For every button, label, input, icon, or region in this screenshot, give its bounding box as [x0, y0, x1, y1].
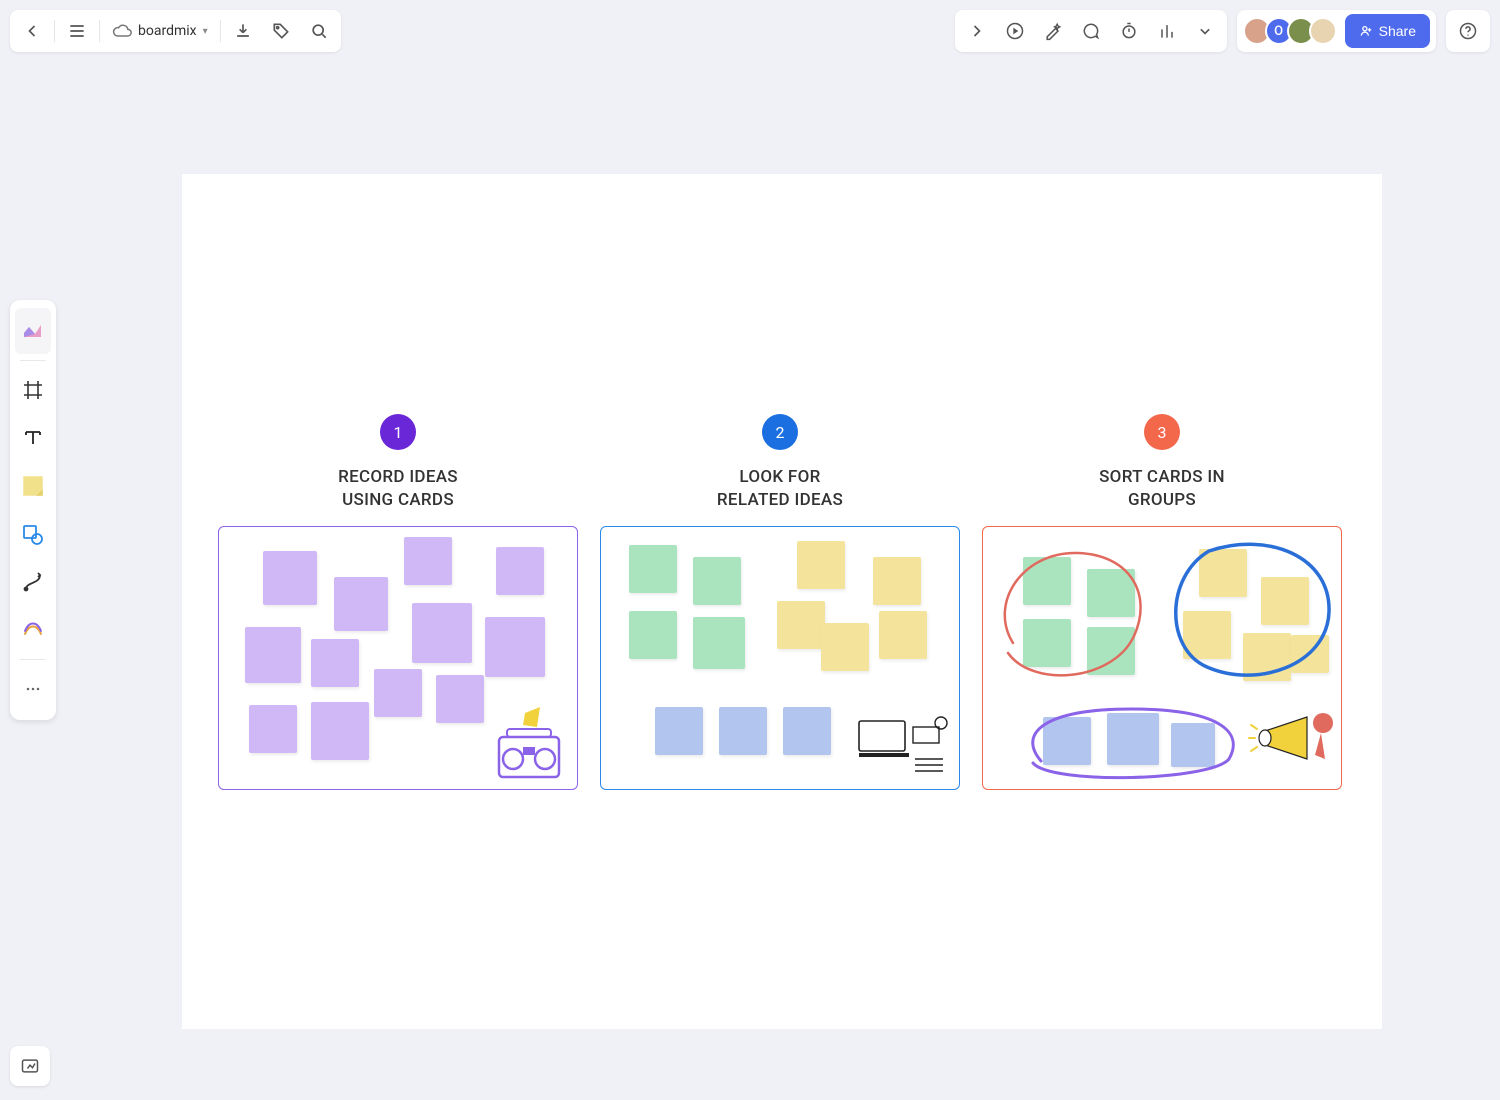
sticky-note[interactable] [797, 541, 845, 589]
toolbar-right: O Share [955, 10, 1490, 52]
sticky-note[interactable] [311, 639, 359, 687]
chevron-down-icon: ▾ [203, 26, 208, 37]
app-name-dropdown[interactable]: boardmix ▾ [104, 13, 216, 49]
download-button[interactable] [225, 13, 261, 49]
sticky-note[interactable] [249, 705, 297, 753]
megaphone-illustration [1247, 705, 1337, 775]
sticky-note[interactable] [496, 547, 544, 595]
share-label: Share [1379, 23, 1416, 39]
step-title: LOOK FOR RELATED IDEAS [600, 466, 960, 512]
frame-tool[interactable] [15, 367, 51, 413]
share-button[interactable]: Share [1345, 14, 1430, 48]
sticky-note[interactable] [655, 707, 703, 755]
menu-button[interactable] [59, 13, 95, 49]
side-tool-panel [10, 300, 56, 720]
sticky-note[interactable] [334, 577, 388, 631]
connector-tool[interactable] [15, 559, 51, 605]
divider [99, 20, 100, 42]
search-button[interactable] [301, 13, 337, 49]
sticky-note[interactable] [485, 617, 545, 677]
sticky-note[interactable] [821, 623, 869, 671]
sticky-note[interactable] [693, 557, 741, 605]
shape-tool[interactable] [15, 511, 51, 557]
group-circle-blue [1169, 537, 1339, 687]
sticky-note[interactable] [629, 611, 677, 659]
sticky-note[interactable] [873, 557, 921, 605]
more-tools[interactable] [15, 666, 51, 712]
step-1: 1 RECORD IDEAS USING CARDS [218, 414, 578, 790]
minimap-button[interactable] [10, 1046, 50, 1086]
user-plus-icon [1359, 24, 1373, 38]
sticky-note[interactable] [777, 601, 825, 649]
app-name: boardmix [138, 23, 197, 39]
vote-button[interactable] [1149, 13, 1185, 49]
canvas[interactable]: 1 RECORD IDEAS USING CARDS [182, 174, 1382, 1029]
sticky-note[interactable] [629, 545, 677, 593]
text-tool[interactable] [15, 415, 51, 461]
sticky-note[interactable] [311, 702, 369, 760]
group-circle-red [993, 543, 1157, 679]
avatar-stack[interactable]: O [1243, 17, 1337, 45]
sticky-note[interactable] [693, 617, 745, 669]
divider [20, 360, 46, 361]
sticky-note[interactable] [263, 551, 317, 605]
present-button[interactable] [997, 13, 1033, 49]
sticky-note[interactable] [404, 537, 452, 585]
toolbar-left-group: boardmix ▾ [10, 10, 341, 52]
sticky-note-tool[interactable] [15, 463, 51, 509]
divider [20, 659, 46, 660]
boombox-illustration [485, 705, 573, 785]
step-2: 2 LOOK FOR RELATED IDEAS [600, 414, 960, 790]
desk-illustration [853, 713, 953, 783]
pen-tool[interactable] [15, 607, 51, 653]
sticky-note[interactable] [719, 707, 767, 755]
effects-button[interactable] [1035, 13, 1071, 49]
logo-tool[interactable] [15, 308, 51, 354]
step-badge: 2 [762, 414, 798, 450]
sticky-note[interactable] [783, 707, 831, 755]
tag-button[interactable] [263, 13, 299, 49]
group-circle-purple [1021, 703, 1245, 781]
sticky-note[interactable] [879, 611, 927, 659]
sticky-note[interactable] [436, 675, 484, 723]
step-3: 3 SORT CARDS IN GROUPS [982, 414, 1342, 790]
help-group [1446, 10, 1490, 52]
sticky-note[interactable] [374, 669, 422, 717]
step-title: RECORD IDEAS USING CARDS [218, 466, 578, 512]
step-badge: 3 [1144, 414, 1180, 450]
help-button[interactable] [1450, 13, 1486, 49]
timer-button[interactable] [1111, 13, 1147, 49]
more-actions-button[interactable] [1187, 13, 1223, 49]
toolbar-actions-group [955, 10, 1227, 52]
cloud-icon [112, 21, 132, 41]
step-title: SORT CARDS IN GROUPS [982, 466, 1342, 512]
divider [220, 20, 221, 42]
toolbar-collab-group: O Share [1237, 10, 1436, 52]
comment-button[interactable] [1073, 13, 1109, 49]
step-box [600, 526, 960, 790]
step-box [982, 526, 1342, 790]
sticky-note[interactable] [245, 627, 301, 683]
step-badge: 1 [380, 414, 416, 450]
divider [54, 20, 55, 42]
step-box [218, 526, 578, 790]
avatar [1309, 17, 1337, 45]
top-toolbar: boardmix ▾ [10, 10, 1490, 52]
expand-panel-button[interactable] [959, 13, 995, 49]
back-button[interactable] [14, 13, 50, 49]
sticky-note[interactable] [412, 603, 472, 663]
